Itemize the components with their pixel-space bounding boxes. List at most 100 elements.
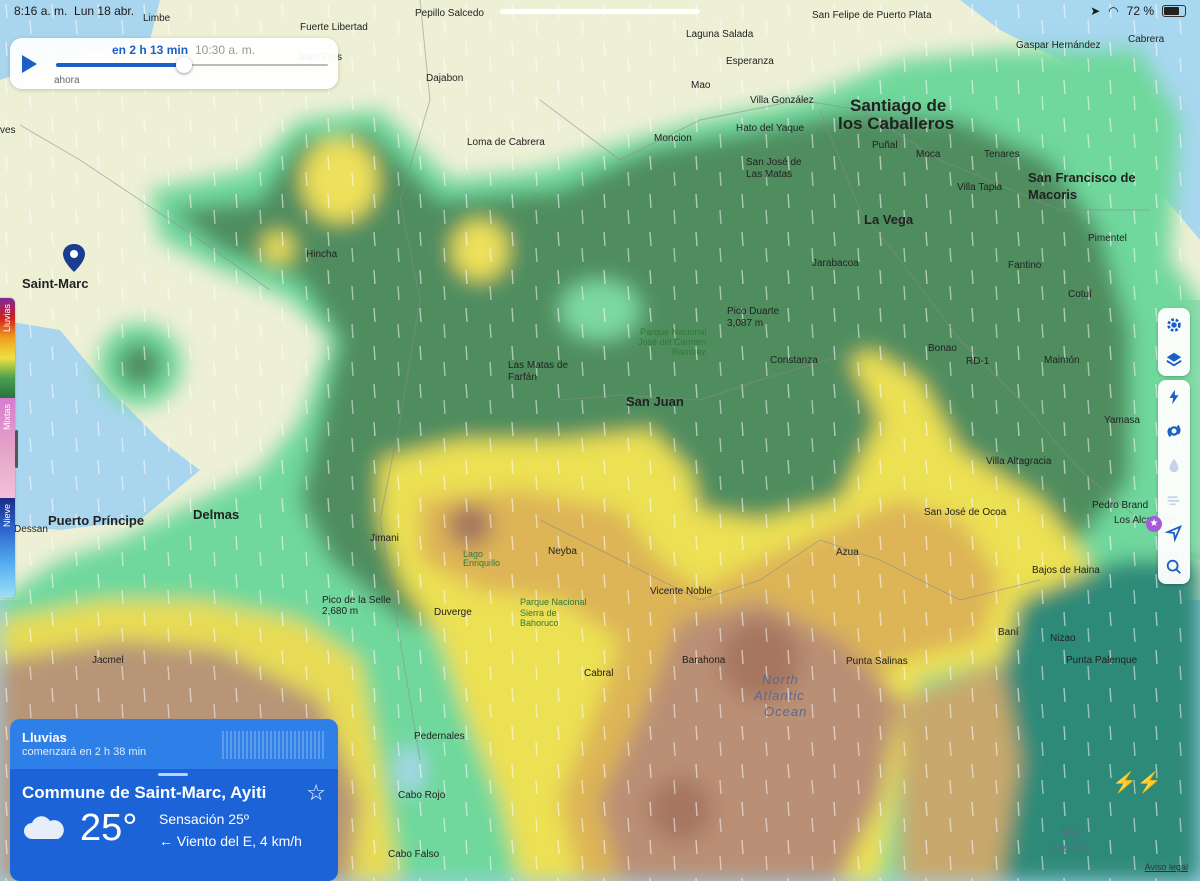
- status-right: ➤ ◠ 72 %: [1090, 4, 1186, 18]
- precipitation-title: Lluvias: [22, 730, 67, 745]
- map-label: Limbe: [143, 13, 171, 24]
- map-label: Cabrera: [1128, 34, 1165, 45]
- favorite-marker[interactable]: ★: [1146, 516, 1162, 532]
- map-label: Villa Tapia: [957, 182, 1003, 193]
- location-name: Commune de Saint-Marc, Ayiti: [22, 783, 267, 802]
- map-label: Cotuí: [1068, 289, 1092, 300]
- map-label: Saint-Marc: [22, 276, 89, 291]
- map-label: Moca: [916, 149, 941, 160]
- map-label: Barahona: [682, 655, 726, 666]
- relative-time: en 2 h 13 min: [112, 43, 189, 57]
- map-label: Maimón: [1044, 355, 1080, 366]
- settings-button[interactable]: [1158, 308, 1190, 342]
- map-label: Mao: [691, 80, 711, 91]
- map-label: Macoris: [1028, 187, 1078, 202]
- favorite-star-icon[interactable]: ☆: [306, 780, 326, 806]
- map-label: Caribe: [1048, 840, 1093, 855]
- map-label: Vicente Noble: [650, 586, 713, 597]
- wind-button[interactable]: [1158, 482, 1190, 516]
- map-label: Las Matas de: [508, 360, 569, 371]
- map-label: Hato del Yaque: [736, 123, 805, 134]
- map-label: Jacmel: [92, 655, 124, 666]
- map-label: RD-1: [966, 356, 990, 367]
- status-date: Lun 18 abr.: [74, 4, 135, 18]
- map-label: Dessan: [14, 524, 48, 535]
- map-tools-group: [1158, 380, 1190, 584]
- location-pin[interactable]: [62, 243, 86, 273]
- locate-button[interactable]: [1158, 516, 1190, 550]
- map-label: Pico Duarte: [727, 306, 780, 317]
- map-label: Pico de la Selle: [322, 595, 391, 606]
- precipitation-sparkline: [222, 731, 326, 759]
- play-button[interactable]: [22, 55, 37, 73]
- map-label: Esperanza: [726, 56, 774, 67]
- legend-mixed: Mixtas: [0, 398, 15, 498]
- drop-icon: [1169, 458, 1179, 473]
- temperature-button[interactable]: [1158, 448, 1190, 482]
- map-label: Fantino: [1008, 260, 1042, 271]
- layers-button[interactable]: [1158, 342, 1190, 376]
- lightning-icon: [1169, 389, 1179, 405]
- map-label: Jimani: [370, 533, 399, 544]
- feels-like: Sensación 25º: [159, 811, 249, 827]
- battery-icon: [1162, 5, 1186, 17]
- legend-rain: Lluvias: [0, 298, 15, 398]
- map-label: Nizao: [1050, 633, 1076, 644]
- map-label: San Felipe de Puerto Plata: [812, 10, 932, 21]
- map-label: Bonao: [928, 343, 957, 354]
- top-grabber[interactable]: [500, 9, 700, 14]
- map-label: Ocean: [764, 704, 808, 719]
- card-handle[interactable]: [158, 773, 188, 776]
- legend-handle[interactable]: [15, 430, 18, 468]
- map-label: Parque Nacional: [520, 597, 587, 607]
- map-label: Ramírez: [672, 347, 707, 357]
- map-label: Villa González: [750, 95, 814, 106]
- map-label: Duverge: [434, 607, 472, 618]
- map-label: San José de Ocoa: [924, 507, 1007, 518]
- map-label: Laguna Salada: [686, 29, 754, 40]
- hurricane-button[interactable]: [1158, 414, 1190, 448]
- precipitation-card[interactable]: Lluvias comenzará en 2 h 38 min: [10, 719, 338, 769]
- map-label: Atlantic: [754, 688, 805, 703]
- map-label: Moncion: [654, 133, 692, 144]
- map-label: Tenares: [984, 149, 1020, 160]
- map-label: José del Carmen: [638, 337, 707, 347]
- lightning-strikes-icon: ⚡⚡: [1112, 772, 1162, 794]
- map-label: Pedernales: [414, 731, 465, 742]
- map-label: Gaspar Hernández: [1016, 40, 1101, 51]
- timeline-slider[interactable]: [56, 57, 328, 73]
- map-label: Villa Altagracia: [986, 456, 1052, 467]
- weather-card[interactable]: Commune de Saint-Marc, Ayiti ☆ 25° Sensa…: [10, 769, 338, 881]
- map-label: Sierra de: [520, 608, 557, 618]
- map-label: Las Matas: [746, 169, 793, 180]
- timeline-knob[interactable]: [175, 57, 192, 73]
- map-label: Bahoruco: [520, 618, 559, 628]
- status-time-text: 8:16 a. m.: [14, 4, 68, 18]
- map-label: Jarabacoa: [812, 258, 859, 269]
- legend-snow-label: Nieve: [2, 504, 12, 528]
- wind-icon: [1167, 496, 1180, 506]
- map-label: Baní: [998, 627, 1019, 638]
- map-label: Neyba: [548, 546, 577, 557]
- map-label: Constanza: [770, 355, 818, 366]
- gear-icon: [1167, 318, 1181, 332]
- map-label: Cabral: [584, 668, 614, 679]
- temperature: 25°: [80, 807, 138, 849]
- search-icon: [1166, 559, 1181, 574]
- navigation-arrow-icon: [1165, 524, 1183, 542]
- map-label: Yamasa: [1104, 415, 1140, 426]
- map-label: Pepillo Salcedo: [415, 8, 484, 19]
- map-label: Puñal: [872, 140, 898, 151]
- map-label: Mar: [1060, 824, 1086, 839]
- map-label: La Vega: [864, 212, 914, 227]
- lightning-button[interactable]: [1158, 380, 1190, 414]
- map-label: Pedro Brand: [1092, 500, 1149, 511]
- legal-link[interactable]: Aviso legal: [1145, 862, 1188, 872]
- map-label: Puerto Príncipe: [48, 513, 145, 528]
- map-label: Farfán: [508, 372, 537, 383]
- map-label: los Caballeros: [838, 114, 955, 133]
- location-pin-icon: [63, 244, 85, 272]
- search-button[interactable]: [1158, 550, 1190, 584]
- legend-snow: Nieve: [0, 498, 15, 598]
- absolute-time: 10:30 a. m.: [195, 43, 256, 57]
